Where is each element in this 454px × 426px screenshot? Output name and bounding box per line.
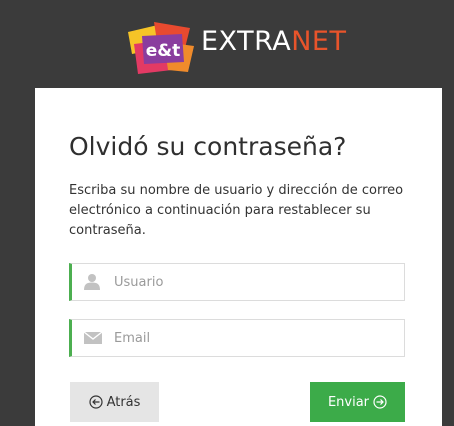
extranet-logo: e&t <box>124 18 196 76</box>
envelope-icon <box>83 329 103 347</box>
send-button-label: Enviar <box>327 394 370 410</box>
arrow-circle-right-icon <box>373 395 387 409</box>
username-field[interactable] <box>69 263 405 301</box>
svg-text:e&t: e&t <box>146 41 180 61</box>
instructions-text: Escriba su nombre de usuario y dirección… <box>69 183 404 238</box>
send-button[interactable]: Enviar <box>310 382 405 422</box>
brand-name: EXTRANET <box>201 26 346 58</box>
forgot-password-page: e&t EXTRANET Olvidó su contraseña? Escri… <box>0 0 454 426</box>
forgot-password-card: Olvidó su contraseña? Escriba su nombre … <box>35 88 442 426</box>
brand-name-part2: NET <box>291 26 347 57</box>
user-icon <box>83 273 103 291</box>
header: e&t EXTRANET <box>0 0 454 88</box>
email-field[interactable] <box>69 319 405 357</box>
back-button[interactable]: Atrás <box>70 382 159 422</box>
username-input[interactable] <box>114 264 394 300</box>
arrow-circle-left-icon <box>88 395 103 409</box>
page-title: Olvidó su contraseña? <box>69 132 347 161</box>
email-input[interactable] <box>114 320 394 356</box>
brand-name-part1: EXTRA <box>201 26 292 57</box>
back-button-label: Atrás <box>106 394 141 410</box>
